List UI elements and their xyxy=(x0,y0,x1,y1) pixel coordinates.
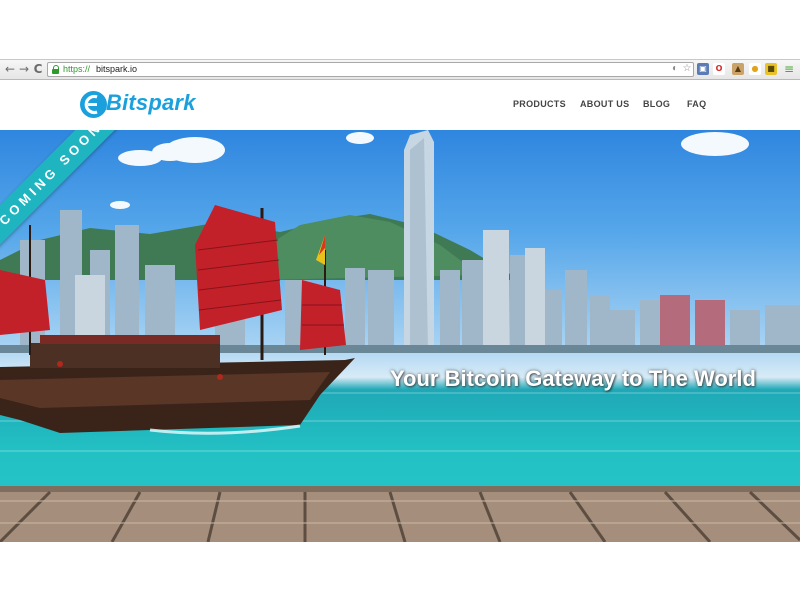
shield-icon[interactable]: ◐ xyxy=(670,64,680,74)
site-header: Bitspark PRODUCTS ABOUT US BLOG FAQ xyxy=(0,80,800,130)
top-margin xyxy=(0,0,800,59)
browser-toolbar: ← → C https:// bitspark.io ◐ ☆ ▣ O ▲ ● ■… xyxy=(0,59,800,80)
address-bar[interactable]: https:// bitspark.io ◐ ☆ xyxy=(47,62,694,77)
url-scheme: https:// xyxy=(63,64,91,74)
lock-ext-icon[interactable]: ● xyxy=(749,63,761,75)
bitspark-logo-icon xyxy=(80,91,107,118)
menu-icon[interactable]: ≡ xyxy=(783,63,795,75)
star-icon[interactable]: ☆ xyxy=(682,64,692,74)
hero-tagline: Your Bitcoin Gateway to The World xyxy=(390,366,756,391)
url-host: bitspark.io xyxy=(96,64,138,74)
opera-icon[interactable]: O xyxy=(713,63,725,75)
window-icon[interactable]: ▣ xyxy=(697,63,709,75)
nav-faq[interactable]: FAQ xyxy=(687,99,706,109)
badge-icon[interactable]: ■ xyxy=(765,63,777,75)
nav-products[interactable]: PRODUCTS xyxy=(513,99,566,109)
nav-about-us[interactable]: ABOUT US xyxy=(580,99,629,109)
bag-icon[interactable]: ▲ xyxy=(732,63,744,75)
back-button[interactable]: ← xyxy=(3,62,17,76)
forward-button[interactable]: → xyxy=(17,62,31,76)
reload-button[interactable]: C xyxy=(31,62,45,76)
logo-text: Bitspark xyxy=(106,90,196,115)
hero-banner: COMING SOON Your Bitcoin Gateway to The … xyxy=(0,130,800,542)
bottom-margin xyxy=(0,542,800,600)
lock-icon xyxy=(52,65,59,74)
nav-blog[interactable]: BLOG xyxy=(643,99,670,109)
hero-image xyxy=(0,130,800,542)
